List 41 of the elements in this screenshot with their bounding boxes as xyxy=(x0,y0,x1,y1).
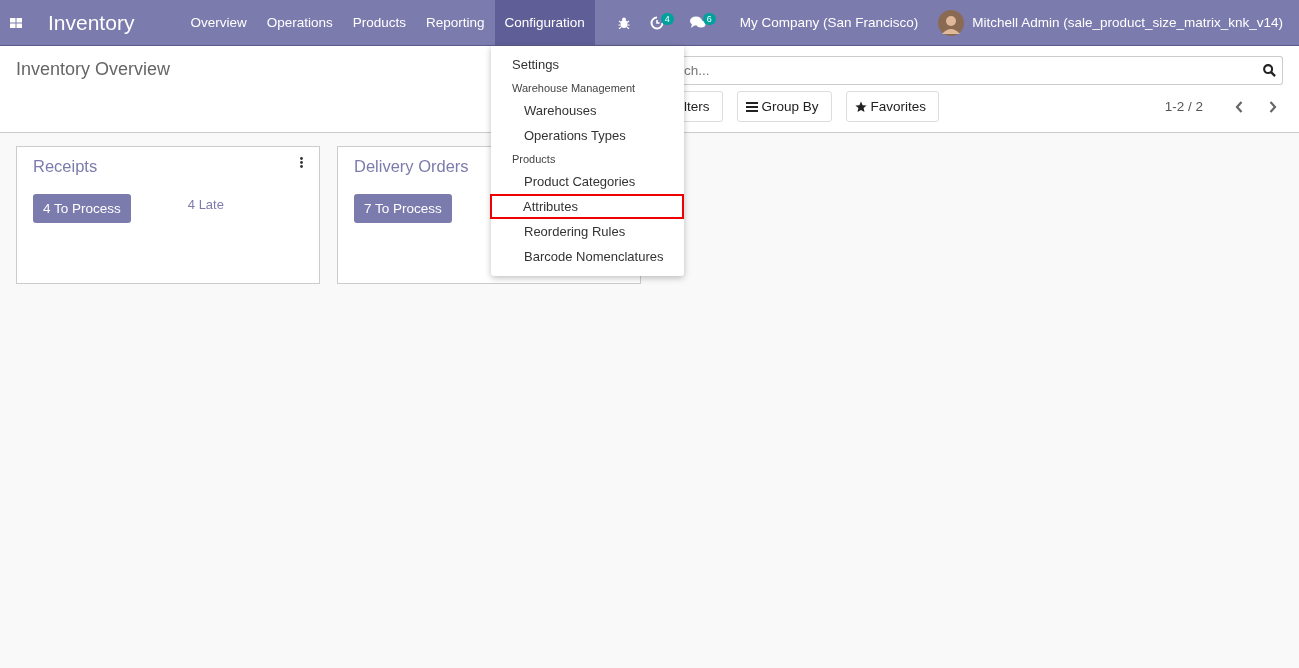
bug-icon[interactable] xyxy=(617,16,630,29)
late-link[interactable]: 4 Late xyxy=(187,197,224,212)
menu-item[interactable]: Warehouses xyxy=(491,98,684,123)
kebab-icon[interactable] xyxy=(300,157,303,168)
clock-icon[interactable] xyxy=(649,15,664,30)
menu-tab[interactable]: Reporting xyxy=(416,0,495,45)
company-switcher[interactable]: My Company (San Francisco) xyxy=(731,15,927,30)
card-title[interactable]: Receipts xyxy=(33,157,98,176)
menu-item[interactable]: Operations Types xyxy=(491,123,684,148)
group-by-button[interactable]: Group By xyxy=(736,91,832,122)
menu-tab[interactable]: Overview xyxy=(180,0,257,45)
menu-tab[interactable]: Products xyxy=(342,0,416,45)
star-icon xyxy=(854,100,867,113)
menu-item[interactable]: Barcode Nomenclatures xyxy=(491,244,684,269)
process-button[interactable]: 7 To Process xyxy=(354,194,452,223)
apps-icon[interactable] xyxy=(10,17,22,28)
process-button[interactable]: 4 To Process xyxy=(33,194,131,223)
menu-tab[interactable]: Configuration xyxy=(494,0,595,45)
next-icon[interactable] xyxy=(1269,100,1277,113)
previous-icon[interactable] xyxy=(1235,100,1243,113)
card-title[interactable]: Delivery Orders xyxy=(354,157,469,176)
menu-item[interactable]: Settings xyxy=(491,52,684,77)
filters-button[interactable]: lters xyxy=(684,91,723,122)
user-menu[interactable]: Mitchell Admin (sale_product_size_matrix_knk_v14) xyxy=(964,15,1291,30)
pager-value: 1-2 / 2 xyxy=(1164,99,1203,114)
menu-header: Warehouse Management xyxy=(511,81,637,96)
search-field[interactable]: ch... xyxy=(684,56,1283,85)
search-icon[interactable] xyxy=(1263,64,1276,77)
menu-item[interactable]: Reordering Rules xyxy=(491,219,684,244)
menu-header: Products xyxy=(511,152,557,167)
chat-icon[interactable] xyxy=(689,16,706,29)
list-icon xyxy=(745,101,758,112)
page-title: Inventory Overview xyxy=(16,59,171,79)
activity-count: 4 xyxy=(660,12,674,25)
message-count: 6 xyxy=(702,12,716,25)
menu-item[interactable]: Attributes xyxy=(490,194,684,219)
menu-item[interactable]: Product Categories xyxy=(491,169,684,194)
menu-tab[interactable]: Operations xyxy=(256,0,343,45)
app-name: Inventory xyxy=(48,10,135,35)
avatar-icon[interactable] xyxy=(938,9,965,36)
favorites-button[interactable]: Favorites xyxy=(845,91,940,122)
